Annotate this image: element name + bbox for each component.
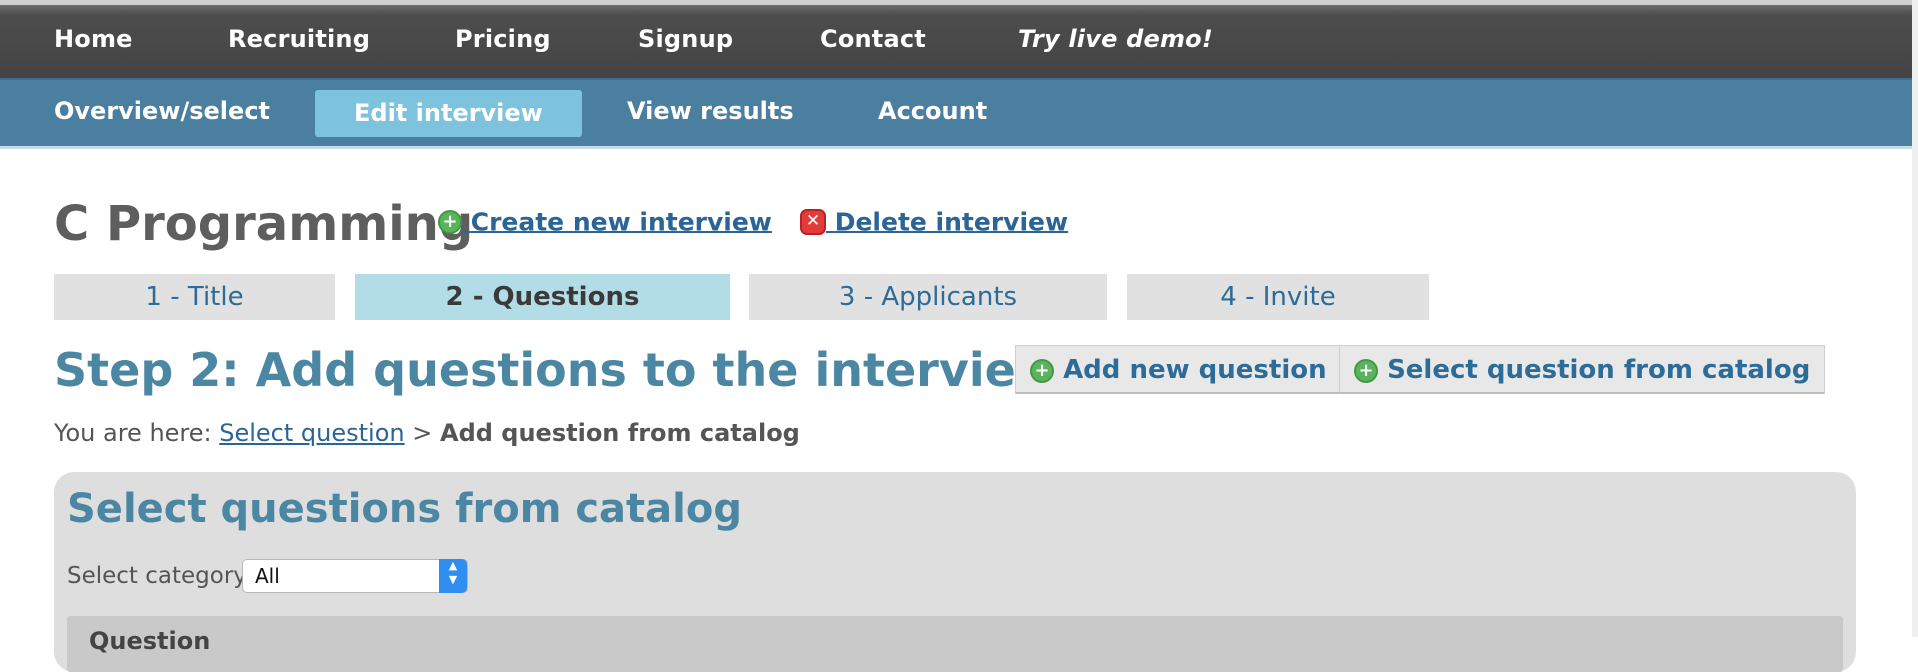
breadcrumb-prefix: You are here:	[54, 419, 212, 447]
question-column-header: Question	[89, 627, 211, 655]
plus-circle-icon: +	[1354, 358, 1378, 383]
tab-applicants[interactable]: 3 - Applicants	[749, 274, 1107, 320]
nav-contact[interactable]: Contact	[820, 25, 926, 53]
sub-navigation: Overview/select Edit interview View resu…	[0, 78, 1918, 149]
add-new-question-button[interactable]: + Add new question	[1015, 345, 1342, 394]
catalog-heading: Select questions from catalog	[67, 486, 742, 532]
category-select-value: All	[255, 564, 280, 588]
subnav-view-results[interactable]: View results	[627, 88, 794, 137]
nav-pricing[interactable]: Pricing	[455, 25, 551, 53]
question-table-header: Question	[67, 616, 1843, 672]
subnav-edit-interview[interactable]: Edit interview	[315, 90, 582, 137]
category-select[interactable]: All ▲ ▼	[242, 559, 468, 593]
breadcrumb-select-question-link[interactable]: Select question	[219, 419, 404, 447]
step-heading: Step 2: Add questions to the interview	[54, 343, 1059, 397]
category-label: Select category:	[67, 563, 253, 589]
top-navigation: Home Recruiting Pricing Signup Contact T…	[0, 0, 1918, 78]
tab-title[interactable]: 1 - Title	[54, 274, 335, 320]
breadcrumb-current: Add question from catalog	[440, 419, 800, 447]
breadcrumb-separator: >	[412, 419, 433, 447]
plus-circle-icon: +	[438, 210, 462, 234]
nav-try-live-demo[interactable]: Try live demo!	[1018, 25, 1213, 53]
plus-circle-icon: +	[1030, 358, 1054, 383]
create-new-interview-link[interactable]: + Create new interview	[438, 206, 772, 237]
create-new-interview-label: Create new interview	[470, 207, 772, 237]
breadcrumb: You are here: Select question > Add ques…	[54, 419, 800, 447]
interview-title: C Programming	[54, 196, 474, 252]
nav-signup[interactable]: Signup	[638, 25, 733, 53]
up-down-arrows-icon: ▲ ▼	[439, 559, 467, 593]
window-edge	[1912, 0, 1918, 637]
subnav-overview-select[interactable]: Overview/select	[54, 88, 270, 137]
tab-questions[interactable]: 2 - Questions	[355, 274, 730, 320]
nav-home[interactable]: Home	[54, 25, 133, 53]
nav-recruiting[interactable]: Recruiting	[228, 25, 370, 53]
subnav-account[interactable]: Account	[878, 88, 987, 137]
select-from-catalog-label: Select question from catalog	[1387, 355, 1811, 385]
add-new-question-label: Add new question	[1063, 355, 1327, 385]
delete-interview-link[interactable]: ✕ Delete interview	[800, 206, 1068, 237]
catalog-panel: Select questions from catalog Select cat…	[54, 472, 1856, 672]
x-square-icon: ✕	[800, 209, 826, 235]
delete-interview-label: Delete interview	[834, 207, 1069, 237]
select-from-catalog-button[interactable]: + Select question from catalog	[1339, 345, 1826, 394]
tab-invite[interactable]: 4 - Invite	[1127, 274, 1429, 320]
